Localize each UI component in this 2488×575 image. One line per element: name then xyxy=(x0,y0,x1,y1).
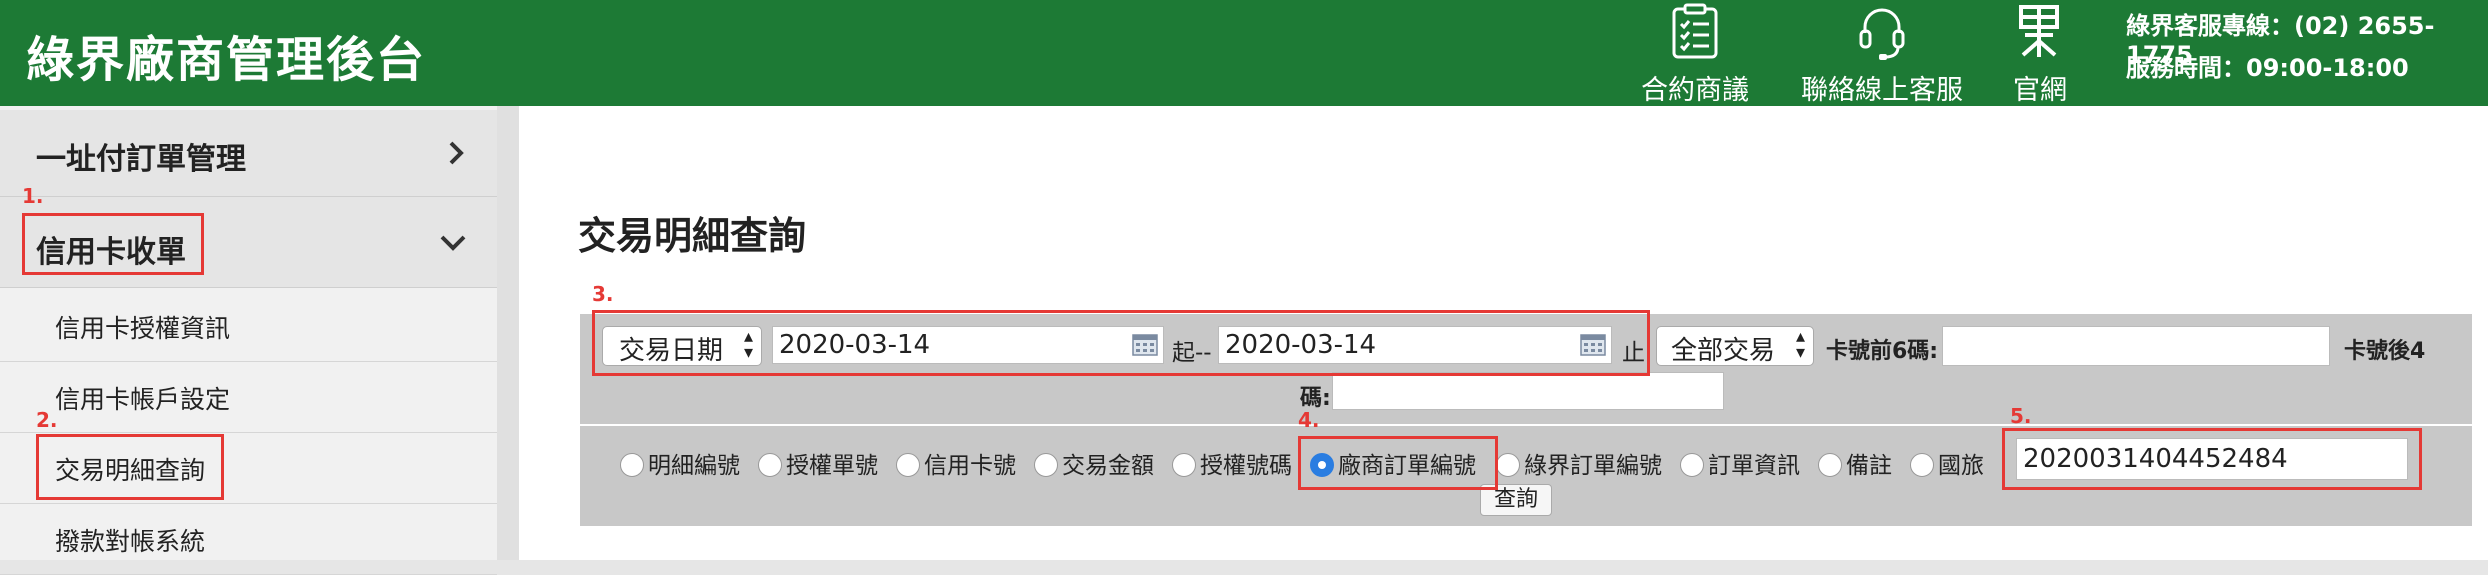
annotation-number: 3. xyxy=(592,282,614,306)
nav-online-support[interactable]: 聯絡線上客服 xyxy=(1792,0,1972,106)
select-arrows-icon: ▴ ▾ xyxy=(1795,326,1805,363)
nav-contract[interactable]: 合約商議 xyxy=(1630,0,1760,106)
radio-circle-icon xyxy=(1680,452,1704,477)
annotation-number: 2. xyxy=(36,408,58,432)
radio-amount[interactable]: 交易金額 xyxy=(1034,446,1154,479)
radio-label: 交易金額 xyxy=(1062,453,1154,479)
sidebar-item-card-account-settings[interactable]: 信用卡帳戶設定 xyxy=(0,362,497,433)
radio-label: 訂單資訊 xyxy=(1708,453,1800,479)
card-last4-label: 卡號後4 xyxy=(2344,339,2426,364)
chevron-right-icon xyxy=(449,141,464,165)
radio-label: 授權號碼 xyxy=(1200,453,1292,479)
app-title: 綠界廠商管理後台 xyxy=(26,32,427,88)
ecpay-logo-icon xyxy=(2019,5,2059,57)
radio-circle-icon xyxy=(1034,452,1058,477)
chevron-down-icon xyxy=(440,235,466,251)
sidebar-item-card-auth-info[interactable]: 信用卡授權資訊 xyxy=(0,291,497,362)
card-last4-input[interactable] xyxy=(1332,372,1724,410)
sidebar-menu-label: 一址付訂單管理 xyxy=(36,142,246,177)
annotation-number: 5. xyxy=(2010,404,2032,428)
radio-circle-icon xyxy=(896,452,920,477)
radio-ecpay-order-no[interactable]: 綠界訂單編號 xyxy=(1496,446,1662,479)
radio-domestic-travel[interactable]: 國旅 xyxy=(1910,446,1984,479)
nav-online-support-label: 聯絡線上客服 xyxy=(1801,75,1963,106)
sidebar-divider xyxy=(497,106,519,560)
radio-label: 備註 xyxy=(1846,453,1892,479)
annotation-box xyxy=(36,434,224,500)
radio-label: 明細編號 xyxy=(648,453,740,479)
nav-contract-label: 合約商議 xyxy=(1641,75,1749,106)
sidebar-item-payout-reconciliation[interactable]: 撥款對帳系統 xyxy=(0,504,497,575)
radio-label: 綠界訂單編號 xyxy=(1524,453,1662,479)
radio-label: 國旅 xyxy=(1938,453,1984,479)
service-hours: 服務時間：09:00-18:00 xyxy=(2126,54,2409,82)
radio-card-no[interactable]: 信用卡號 xyxy=(896,446,1016,479)
sidebar-item-label: 信用卡帳戶設定 xyxy=(55,385,231,414)
radio-label: 信用卡號 xyxy=(924,453,1016,479)
transaction-type-value: 全部交易 xyxy=(1671,336,1776,366)
card-first6-input[interactable] xyxy=(1942,326,2330,366)
annotation-box xyxy=(1298,436,1498,490)
card-first6-label: 卡號前6碼: xyxy=(1826,339,1939,364)
annotation-box xyxy=(2002,428,2422,490)
annotation-box xyxy=(592,310,1650,376)
annotation-number: 1. xyxy=(22,184,44,208)
contract-checklist-icon xyxy=(1672,3,1718,59)
radio-circle-icon xyxy=(620,452,644,477)
transaction-type-select[interactable]: 全部交易 ▴ ▾ xyxy=(1656,326,1814,366)
radio-order-info[interactable]: 訂單資訊 xyxy=(1680,446,1800,479)
sidebar-item-label: 撥款對帳系統 xyxy=(55,527,206,556)
radio-circle-icon xyxy=(758,452,782,477)
sidebar-menu-one-address-orders[interactable]: 一址付訂單管理 xyxy=(0,110,497,197)
sidebar-item-label: 信用卡授權資訊 xyxy=(55,314,231,343)
radio-auth-code[interactable]: 授權號碼 xyxy=(1172,446,1292,479)
radio-circle-icon xyxy=(1818,452,1842,477)
headset-icon xyxy=(1859,8,1905,60)
radio-circle-icon xyxy=(1496,452,1520,477)
nav-official-site-label: 官網 xyxy=(2013,75,2067,106)
annotation-number: 4. xyxy=(1298,408,1320,432)
radio-remark[interactable]: 備註 xyxy=(1818,446,1892,479)
radio-circle-icon xyxy=(1910,452,1934,477)
annotation-box xyxy=(22,213,204,275)
radio-label: 授權單號 xyxy=(786,453,878,479)
radio-detail-no[interactable]: 明細編號 xyxy=(620,446,740,479)
top-header: 綠界廠商管理後台 合約商議 聯絡線上客服 官網 綠界客服專線：(02) 2655… xyxy=(0,0,2488,106)
radio-auth-order-no[interactable]: 授權單號 xyxy=(758,446,878,479)
page-title: 交易明細查詢 xyxy=(578,214,807,258)
radio-circle-icon xyxy=(1172,452,1196,477)
nav-official-site[interactable]: 官網 xyxy=(2000,0,2080,106)
